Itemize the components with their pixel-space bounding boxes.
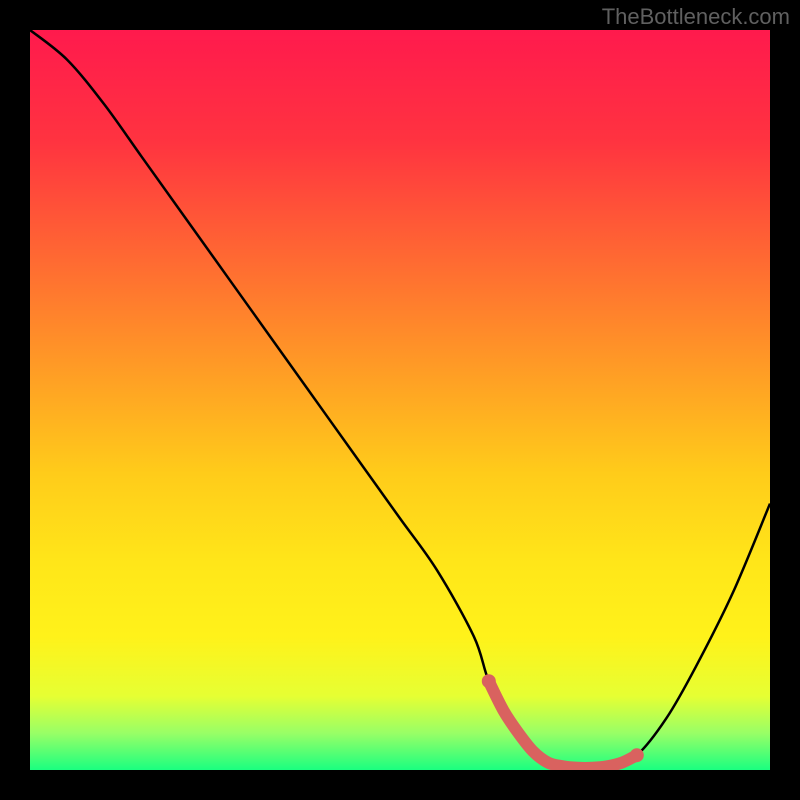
optimal-marker-start xyxy=(482,674,496,688)
bottleneck-curve xyxy=(30,30,770,770)
optimal-marker xyxy=(489,681,637,768)
watermark-text: TheBottleneck.com xyxy=(602,4,790,30)
optimal-marker-end xyxy=(630,748,644,762)
plot-area xyxy=(30,30,770,770)
curve-layer xyxy=(30,30,770,770)
